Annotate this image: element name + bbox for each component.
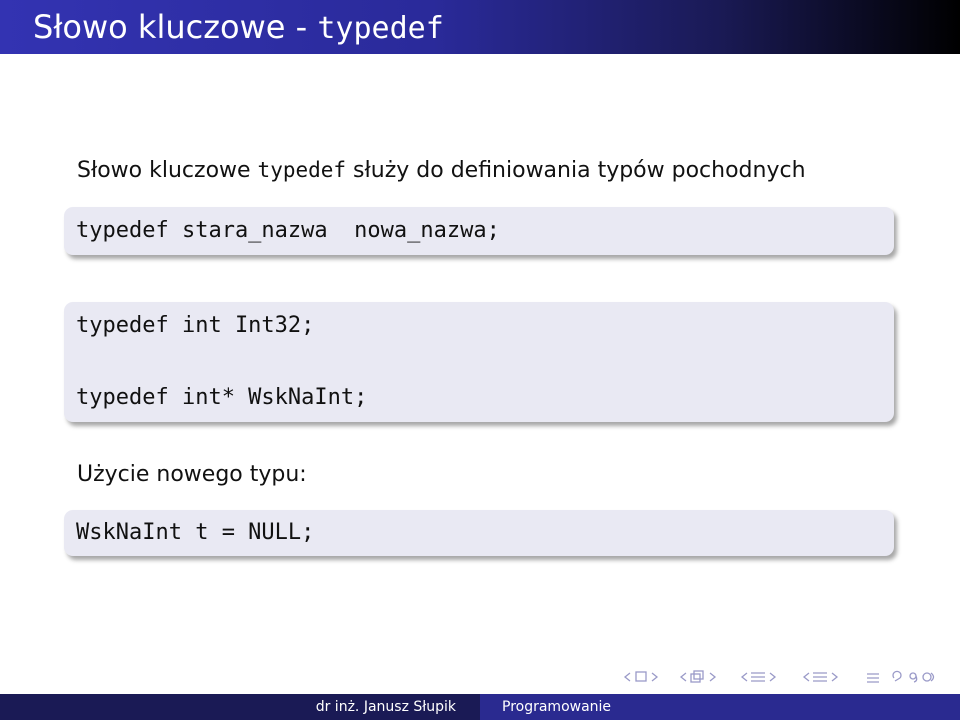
usage-label: Użycie nowego typu: <box>77 462 307 487</box>
frame-prev-icon[interactable] <box>622 669 670 691</box>
syntax-code-block: typedef stara_nazwa nowa_nazwa; <box>64 207 894 255</box>
usage-code-line: WskNaInt t = NULL; <box>76 520 315 545</box>
intro-keyword: typedef <box>257 158 347 182</box>
intro-after: służy do definiowania typów pochodnych <box>346 158 806 183</box>
slide-title: Słowo kluczowe - typedef <box>33 8 444 48</box>
footer: dr inż. Janusz Słupik Programowanie <box>0 694 960 720</box>
section-next-icon[interactable] <box>801 669 859 691</box>
example-code-line-1: typedef int Int32; <box>76 313 315 338</box>
subsection-prev-icon[interactable] <box>678 669 732 691</box>
align-icon[interactable] <box>863 669 887 691</box>
slide-title-text: Słowo kluczowe - <box>33 8 318 46</box>
title-bar: Słowo kluczowe - typedef <box>0 0 960 54</box>
navigation-bar <box>622 669 947 689</box>
slide-title-keyword: typedef <box>317 11 444 46</box>
examples-code-block: typedef int Int32; typedef int* WskNaInt… <box>64 302 894 422</box>
intro-paragraph: Słowo kluczowe typedef służy do definiow… <box>77 156 806 185</box>
intro-before: Słowo kluczowe <box>77 158 258 183</box>
example-code-line-2: typedef int* WskNaInt; <box>76 385 368 410</box>
syntax-code-line: typedef stara_nazwa nowa_nazwa; <box>76 218 500 243</box>
search-icon[interactable] <box>891 669 947 691</box>
usage-code-block: WskNaInt t = NULL; <box>64 510 894 556</box>
section-prev-icon[interactable] <box>739 669 797 691</box>
footer-course: Programowanie <box>480 694 960 720</box>
footer-author: dr inż. Janusz Słupik <box>0 694 480 720</box>
